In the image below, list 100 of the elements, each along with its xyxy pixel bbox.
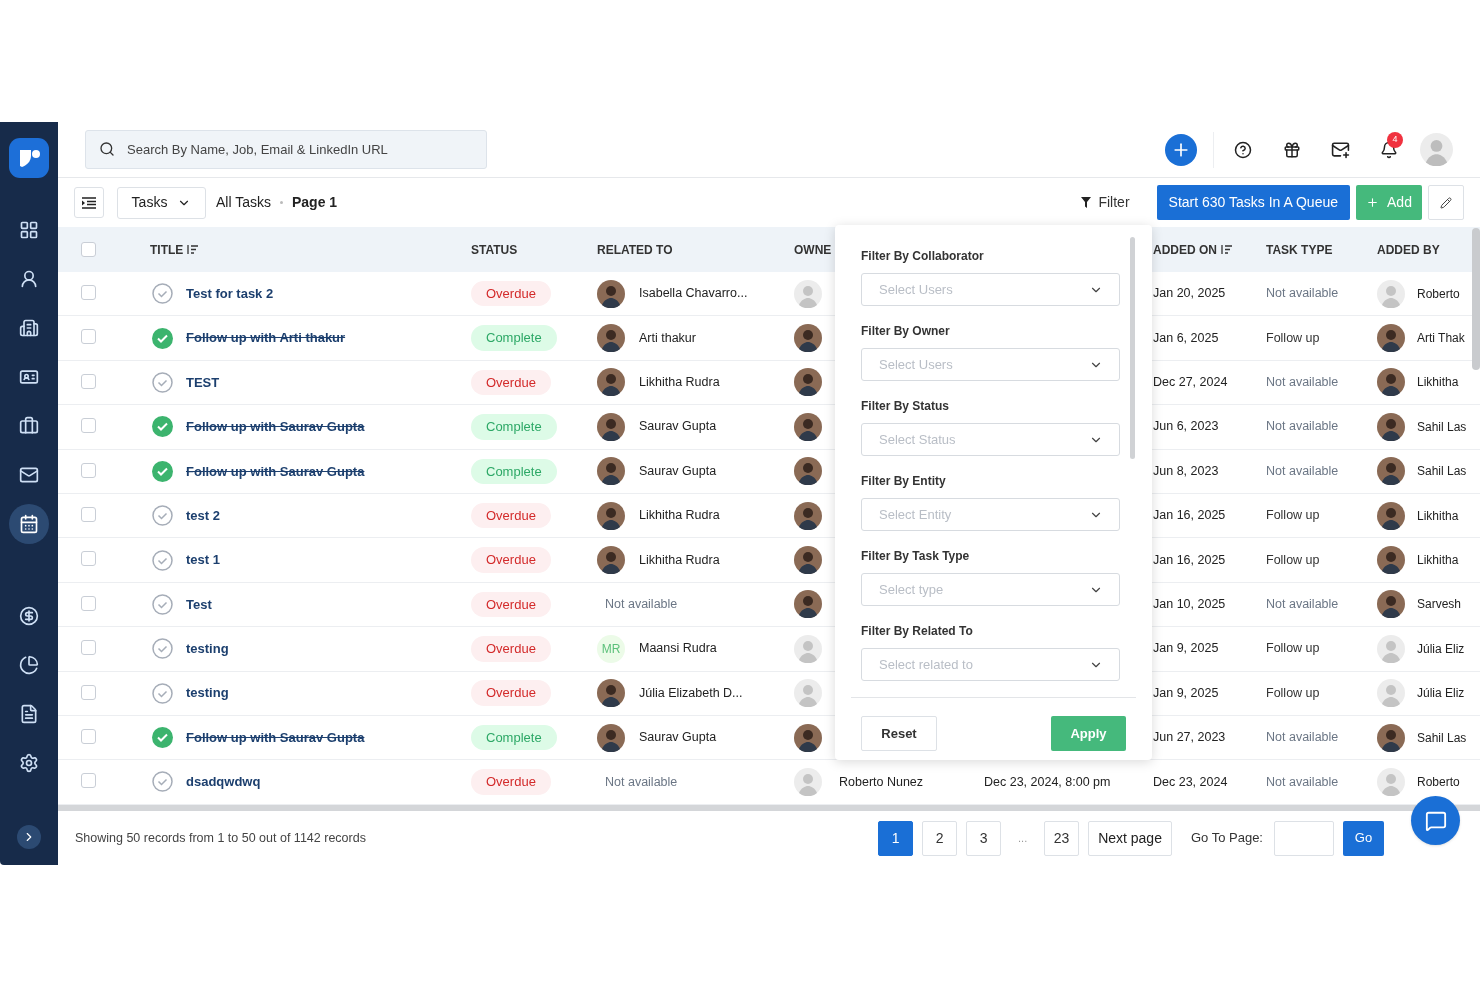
checkbox[interactable] <box>81 506 96 522</box>
gift-icon[interactable] <box>1283 140 1301 159</box>
column-header[interactable]: TITLE <box>150 240 184 259</box>
filter-icon <box>1081 197 1092 208</box>
search-field[interactable]: Search By Name, Job, Email & LinkedIn URL <box>85 130 487 169</box>
check-circle-icon[interactable] <box>152 371 173 393</box>
sort-icon[interactable] <box>187 245 199 254</box>
avatar <box>1377 368 1405 397</box>
task-title-link[interactable]: testing <box>186 639 229 659</box>
profile-avatar[interactable] <box>1420 133 1453 166</box>
filter-label: Filter By Entity <box>861 473 947 490</box>
related-to-name[interactable]: Saurav Gupta <box>639 417 717 437</box>
next-page-button[interactable]: Next page <box>1088 820 1172 856</box>
check-circle-icon[interactable] <box>152 283 173 305</box>
check-circle-icon[interactable] <box>152 460 173 482</box>
related-to-name[interactable]: Isabella Chavarro... <box>639 284 748 304</box>
go-to-page-label: Go To Page: <box>1190 829 1263 848</box>
check-circle-icon[interactable] <box>152 505 173 527</box>
indent-icon <box>82 196 96 209</box>
task-title-link[interactable]: Follow up with Saurav Gupta <box>186 417 365 437</box>
create-button[interactable] <box>1165 133 1197 166</box>
indent-button[interactable] <box>74 187 104 218</box>
task-type: Follow up <box>1266 330 1320 345</box>
expand-button[interactable] <box>17 825 41 849</box>
check-circle-icon[interactable] <box>152 638 173 660</box>
checkbox[interactable] <box>81 728 96 744</box>
view-dropdown[interactable]: Tasks <box>117 186 206 219</box>
related-to-name[interactable]: Likhitha Rudra <box>639 373 720 392</box>
calendar-icon <box>19 514 39 534</box>
related-to-name[interactable]: Likhitha Rudra <box>639 550 720 570</box>
added-by-name: Likhitha <box>1417 374 1459 392</box>
checkbox[interactable] <box>81 551 96 567</box>
page-input[interactable] <box>1274 820 1334 856</box>
edit-button[interactable] <box>1428 185 1464 220</box>
notification-badge: 4 <box>1387 131 1403 148</box>
filter-button[interactable]: Filter <box>1081 192 1130 213</box>
task-title-link[interactable]: Test <box>186 594 212 615</box>
related-to-name[interactable]: Arti thakur <box>639 328 696 348</box>
checkbox[interactable] <box>81 329 96 345</box>
checkbox[interactable] <box>81 418 96 434</box>
checkbox[interactable] <box>81 640 96 656</box>
task-title-link[interactable]: TEST <box>186 372 220 393</box>
task-title-link[interactable]: Test for task 2 <box>186 283 274 304</box>
avatar <box>597 546 625 575</box>
related-to-name[interactable]: Júlia Elizabeth D... <box>639 683 743 703</box>
task-type: Not available <box>1266 286 1339 301</box>
page-button[interactable]: 23 <box>1044 820 1080 856</box>
help-icon[interactable] <box>1234 140 1252 159</box>
check-circle-icon[interactable] <box>152 727 173 749</box>
app-logo[interactable] <box>9 138 49 178</box>
task-title-link[interactable]: Follow up with Saurav Gupta <box>186 727 365 748</box>
check-circle-icon[interactable] <box>152 593 173 615</box>
status-badge: Overdue <box>471 547 551 573</box>
task-title-link[interactable]: dsadqwdwq <box>186 772 261 792</box>
owner-name: Roberto Nunez <box>839 773 924 791</box>
chat-button[interactable] <box>1411 796 1460 845</box>
checkbox[interactable] <box>81 462 96 478</box>
due-date: Dec 23, 2024, 8:00 pm <box>984 774 1111 789</box>
column-header: OWNE <box>794 242 832 257</box>
breadcrumb-link[interactable]: All Tasks <box>216 192 271 213</box>
checkbox[interactable] <box>81 684 96 700</box>
checkbox[interactable] <box>81 373 96 389</box>
related-to-name[interactable]: Saurav Gupta <box>639 728 717 747</box>
avatar <box>794 546 822 575</box>
check-circle-icon[interactable] <box>152 327 173 349</box>
check-circle-icon[interactable] <box>152 771 173 793</box>
checkbox[interactable] <box>81 285 96 300</box>
check-circle-icon[interactable] <box>152 416 173 438</box>
search-icon <box>99 141 115 157</box>
status-badge: Overdue <box>471 280 551 307</box>
scrollbar-thumb[interactable] <box>1130 237 1135 459</box>
check-circle-icon[interactable] <box>152 549 173 571</box>
page-button[interactable]: 1 <box>878 820 914 856</box>
checkbox[interactable] <box>81 595 96 611</box>
task-title-link[interactable]: Follow up with Arti thakur <box>186 328 346 348</box>
avatar <box>1377 546 1405 575</box>
queue-button[interactable]: Start 630 Tasks In A Queue <box>1156 185 1350 220</box>
related-to-name[interactable]: Maansi Rudra <box>639 639 717 659</box>
check-circle-icon[interactable] <box>152 682 173 704</box>
go-button[interactable]: Go <box>1343 820 1384 856</box>
task-title-link[interactable]: testing <box>186 683 229 703</box>
bell-icon[interactable] <box>1380 140 1398 159</box>
checkbox[interactable] <box>81 242 96 257</box>
page-button[interactable]: 2 <box>922 820 958 856</box>
related-to-name[interactable]: Likhitha Rudra <box>639 506 720 525</box>
reset-button[interactable]: Reset <box>861 716 937 751</box>
checkbox[interactable] <box>81 773 96 789</box>
nav-button[interactable] <box>9 504 49 544</box>
mail-plus-icon[interactable] <box>1331 140 1350 159</box>
avatar <box>597 501 625 530</box>
task-title-link[interactable]: Follow up with Saurav Gupta <box>186 461 365 481</box>
related-to-name[interactable]: Saurav Gupta <box>639 461 717 481</box>
avatar <box>1377 457 1405 486</box>
scrollbar-thumb[interactable] <box>1472 228 1480 370</box>
page-button[interactable]: 3 <box>966 820 1002 856</box>
task-title-link[interactable]: test 1 <box>186 550 220 570</box>
task-title-link[interactable]: test 2 <box>186 505 220 526</box>
status-badge: Overdue <box>471 680 551 706</box>
sort-icon[interactable] <box>1221 245 1232 254</box>
column-header[interactable]: ADDED ON <box>1153 240 1217 259</box>
